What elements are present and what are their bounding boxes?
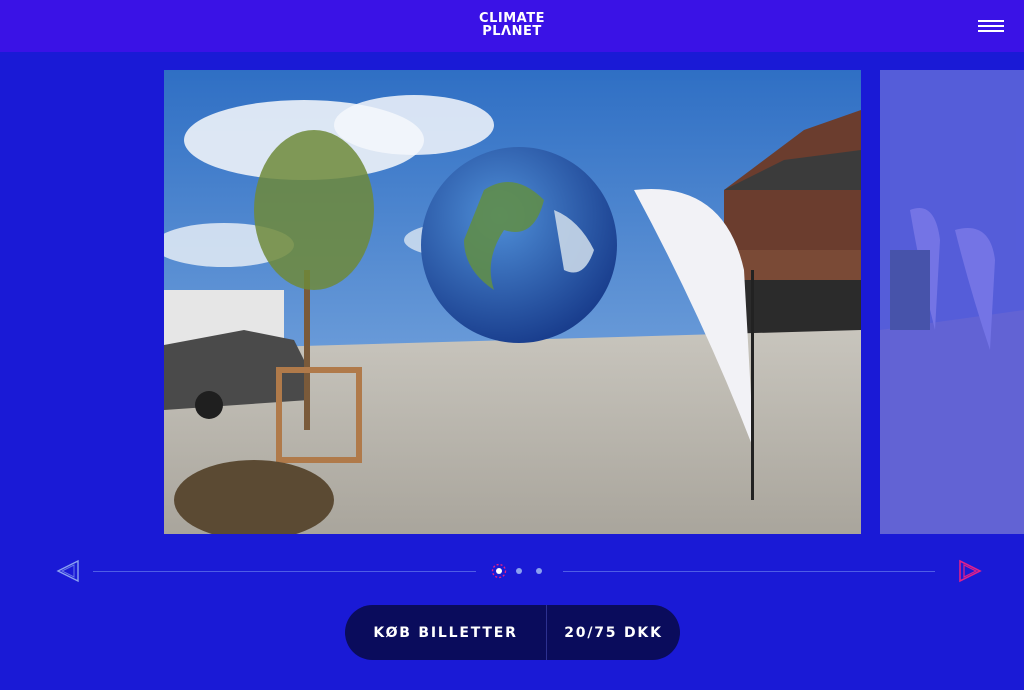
site-logo[interactable]: CLIMATE PLΛNET [479, 12, 545, 38]
slide-dot-3[interactable] [536, 568, 542, 574]
carousel-next-slide-preview[interactable] [880, 70, 1024, 534]
carousel-track-left [93, 571, 476, 572]
top-bar: CLIMATE PLΛNET [0, 0, 1024, 52]
ticket-cta: KØB BILLETTER 20/75 DKK [345, 605, 680, 660]
carousel-slide-image [164, 70, 861, 534]
logo-line-2: PLΛNET [482, 24, 542, 39]
buy-tickets-button[interactable]: KØB BILLETTER [345, 605, 547, 660]
carousel-track-right [563, 571, 935, 572]
ticket-price: 20/75 DKK [564, 624, 663, 641]
carousel-pagination [488, 561, 552, 581]
hamburger-menu-icon[interactable] [978, 17, 1004, 33]
carousel-next-arrow-icon[interactable] [956, 557, 984, 585]
slide-dot-2[interactable] [516, 568, 522, 574]
carousel-prev-arrow-icon[interactable] [54, 557, 82, 585]
active-slide-dot-icon[interactable] [488, 561, 510, 581]
